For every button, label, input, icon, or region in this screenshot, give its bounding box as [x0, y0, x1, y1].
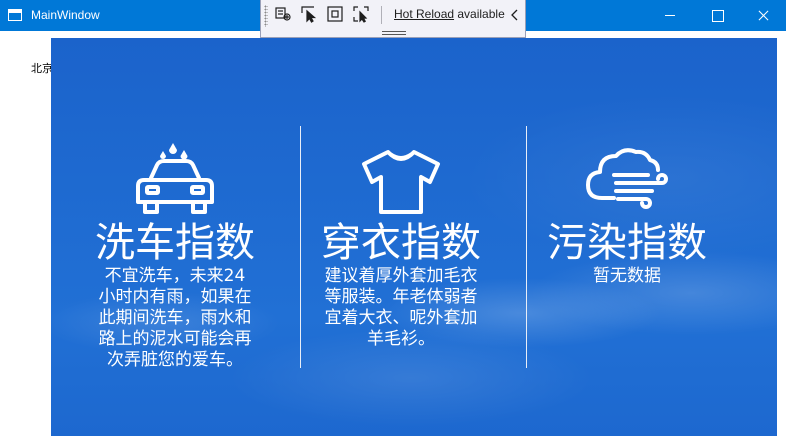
toolbar-separator: [381, 6, 382, 24]
collapse-chevron-icon[interactable]: [509, 6, 521, 24]
car-wash-icon: [62, 142, 288, 218]
track-focused-element-icon[interactable]: [352, 5, 370, 23]
toolbar-grip-handle[interactable]: [264, 5, 268, 27]
car-wash-title: 洗车指数: [95, 220, 255, 266]
display-layout-adorners-icon[interactable]: [326, 5, 344, 23]
pollution-description: 暂无数据: [593, 266, 661, 286]
app-window-icon: [8, 9, 22, 21]
live-visual-tree-icon[interactable]: [274, 5, 292, 23]
hot-reload-status[interactable]: Hot Reload available: [394, 7, 505, 22]
close-button[interactable]: [740, 0, 786, 31]
select-element-icon[interactable]: [300, 5, 318, 23]
maximize-button[interactable]: [694, 0, 740, 31]
toolbar-drag-handle[interactable]: [382, 31, 406, 35]
minimize-button[interactable]: [648, 0, 694, 31]
car-wash-description: 不宜洗车，未来24小时内有雨，如果在此期间洗车，雨水和路上的泥水可能会再次弄脏您…: [98, 266, 252, 370]
window-title: MainWindow: [31, 8, 100, 22]
car-wash-index: 洗车指数 不宜洗车，未来24小时内有雨，如果在此期间洗车，雨水和路上的泥水可能会…: [62, 38, 288, 436]
hot-reload-link[interactable]: Hot Reload: [394, 7, 454, 21]
clothing-title: 穿衣指数: [321, 220, 481, 266]
pollution-title: 污染指数: [547, 220, 707, 266]
hot-reload-status-text: available: [454, 7, 505, 21]
wind-icon: [514, 142, 740, 218]
clothing-description: 建议着厚外套加毛衣等服装。年老体弱者宜着大衣、呢外套加羊毛衫。: [324, 266, 478, 349]
pollution-index: 污染指数 暂无数据: [514, 38, 740, 436]
tshirt-icon: [288, 142, 514, 218]
hot-reload-toolbar: Hot Reload available: [260, 0, 526, 38]
weather-index-panel: 洗车指数 不宜洗车，未来24小时内有雨，如果在此期间洗车，雨水和路上的泥水可能会…: [51, 38, 777, 436]
clothing-index: 穿衣指数 建议着厚外套加毛衣等服装。年老体弱者宜着大衣、呢外套加羊毛衫。: [288, 38, 514, 436]
